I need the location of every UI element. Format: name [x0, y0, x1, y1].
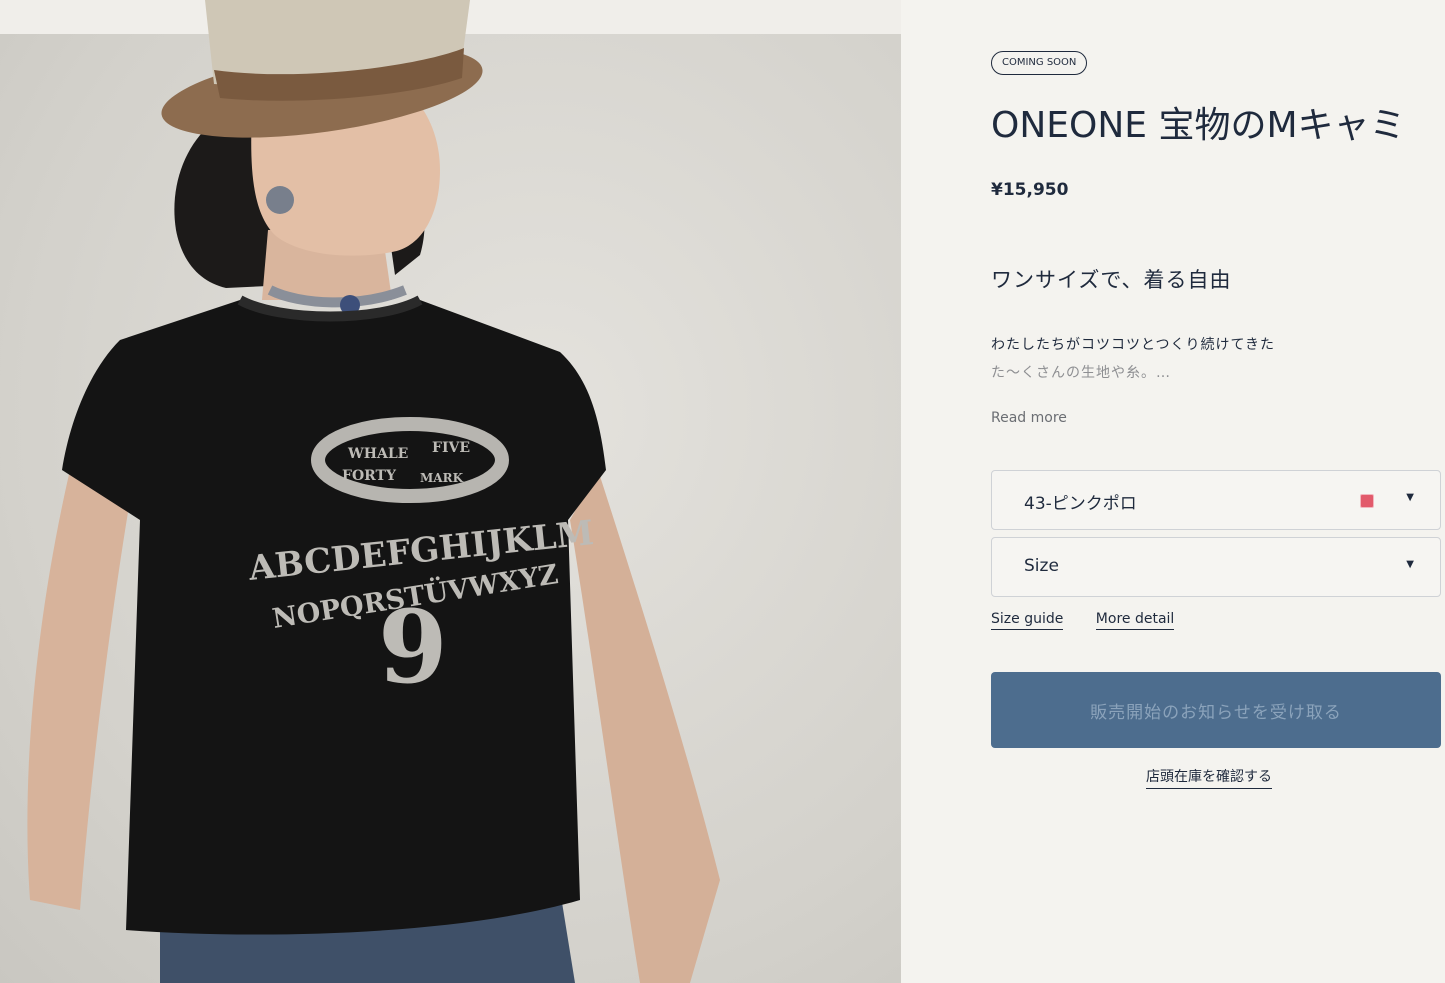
color-select-value: 43-ピンクポロ	[1024, 494, 1137, 514]
read-more-link[interactable]: Read more	[991, 410, 1067, 426]
product-links: Size guide More detail	[991, 611, 1202, 630]
more-detail-link[interactable]: More detail	[1095, 611, 1175, 630]
print-whale: WHALE	[347, 446, 408, 462]
model-illustration: WHALE FIVE FORTY MARK ABCDEFGHIJKLM NOPQ…	[27, 0, 720, 983]
product-title: ONEONE 宝物のMキャミ	[991, 105, 1406, 146]
product-image[interactable]: WHALE FIVE FORTY MARK ABCDEFGHIJKLM NOPQ…	[0, 0, 901, 983]
print-number: 9	[378, 588, 448, 706]
size-select[interactable]: Size ▼	[991, 537, 1441, 597]
print-five: FIVE	[432, 440, 470, 456]
size-select-placeholder: Size	[1024, 556, 1059, 576]
size-guide-link[interactable]: Size guide	[991, 611, 1064, 630]
product-price: ¥15,950	[991, 180, 1069, 200]
print-mark: MARK	[420, 471, 464, 485]
product-tagline: ワンサイズで、着る自由	[991, 268, 1232, 292]
caret-down-icon: ▼	[1406, 559, 1414, 570]
product-info-panel: COMING SOON ONEONE 宝物のMキャミ ¥15,950 ワンサイズ…	[901, 0, 1445, 983]
print-forty: FORTY	[342, 468, 397, 484]
caret-down-icon: ▼	[1406, 492, 1414, 503]
notify-restock-button[interactable]: 販売開始のお知らせを受け取る	[991, 672, 1441, 748]
store-stock-link[interactable]: 店頭在庫を確認する	[1146, 766, 1272, 789]
description-line-2: た～くさんの生地や糸。…	[991, 365, 1171, 381]
description-line-1: わたしたちがコツコツとつくり続けてきた	[991, 337, 1276, 353]
color-select[interactable]: 43-ピンクポロ ▼	[991, 470, 1441, 530]
coming-soon-badge: COMING SOON	[991, 51, 1088, 75]
color-swatch-icon	[1360, 494, 1374, 508]
